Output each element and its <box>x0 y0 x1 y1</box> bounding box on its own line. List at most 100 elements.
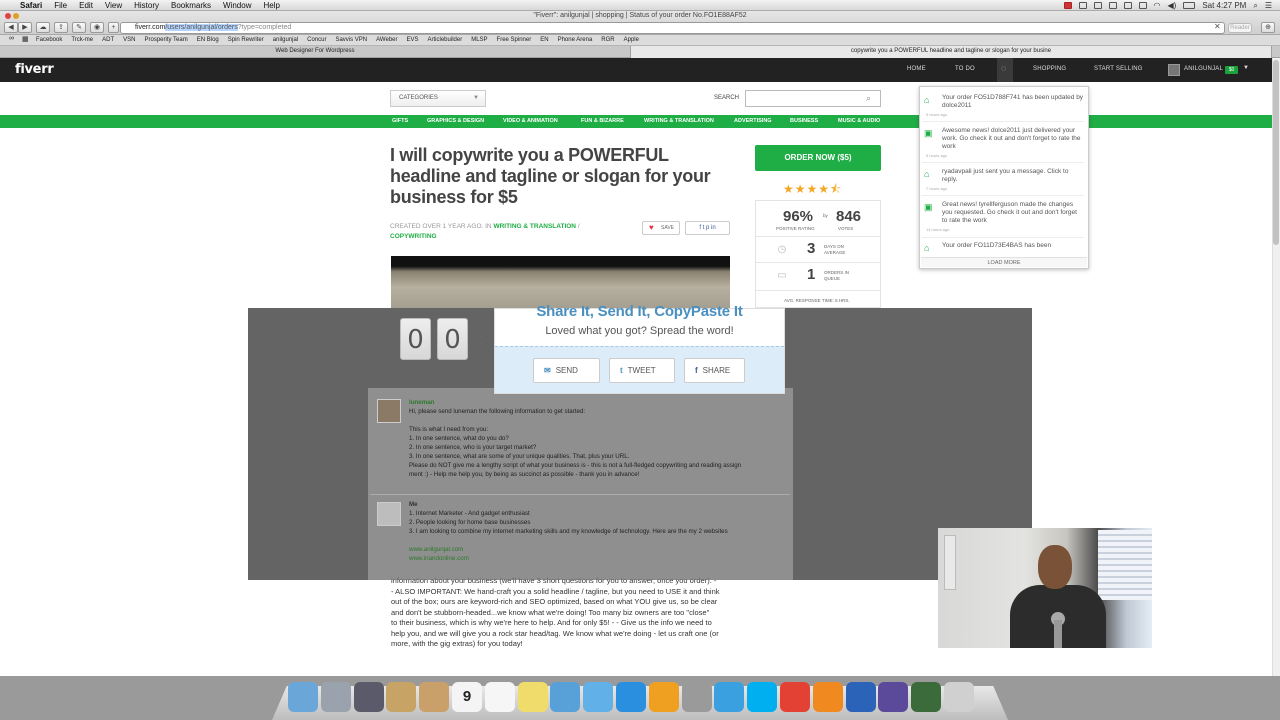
notification-item[interactable]: ⌂ Your order FO51D788F741 has been updat… <box>922 94 1084 119</box>
reading-list-icon[interactable]: ∞ <box>9 35 14 42</box>
nav-username[interactable]: ANILGUNJAL <box>1184 66 1223 72</box>
search-input[interactable] <box>745 90 881 107</box>
bookmark-item[interactable]: Facebook <box>36 37 62 43</box>
gig-video[interactable] <box>391 256 730 308</box>
extension-button[interactable]: ◉ <box>90 22 104 33</box>
reader-button[interactable]: Reader <box>1228 23 1252 33</box>
forward-button[interactable]: ▶ <box>18 22 32 33</box>
chrome-icon[interactable] <box>780 682 810 712</box>
menubar-clock[interactable]: Sat 4:27 PM <box>1202 1 1246 10</box>
user-avatar[interactable] <box>1168 64 1180 76</box>
order-now-button[interactable]: ORDER NOW ($5) <box>755 145 881 171</box>
scrollbar-thumb[interactable] <box>1273 60 1279 245</box>
bookmark-item[interactable]: MLSP <box>471 37 487 43</box>
status-app-icon[interactable] <box>1063 2 1072 9</box>
category-video-animation[interactable]: VIDEO & ANIMATION <box>503 118 558 124</box>
notification-item[interactable]: ⌂ ryadavpali just sent you a message. Cl… <box>922 168 1084 193</box>
wifi-icon[interactable]: ◠ <box>1154 1 1161 10</box>
bookmark-item[interactable]: Trck-me <box>71 37 93 43</box>
stop-loading-icon[interactable]: ✕ <box>1214 22 1221 31</box>
user-menu-caret-icon[interactable]: ▼ <box>1243 65 1249 71</box>
preview-icon[interactable] <box>386 682 417 712</box>
trash-icon[interactable] <box>944 682 974 712</box>
tab-web-designer[interactable]: Web Designer For Wordpress <box>0 46 630 58</box>
load-more-button[interactable]: LOAD MORE <box>921 257 1087 267</box>
bookmark-item[interactable]: Spin Rewriter <box>228 37 264 43</box>
category-music-audio[interactable]: MUSIC & AUDIO <box>838 118 880 124</box>
status-app-icon[interactable] <box>1138 2 1147 9</box>
menu-view[interactable]: View <box>105 1 122 10</box>
menu-help[interactable]: Help <box>263 1 279 10</box>
contacts-icon[interactable] <box>419 682 450 712</box>
nav-home[interactable]: HOME <box>907 66 926 72</box>
fiverr-logo[interactable]: fiverr <box>15 62 54 77</box>
menu-edit[interactable]: Edit <box>79 1 93 10</box>
send-button[interactable]: ✉ SEND <box>533 358 600 383</box>
virtualbox-icon[interactable] <box>845 682 876 712</box>
app-store-icon[interactable] <box>616 682 646 712</box>
website-link[interactable]: www.anilgunjal.com <box>409 545 779 554</box>
nav-todo[interactable]: TO DO <box>955 66 975 72</box>
downloads-button[interactable]: ⊕ <box>1261 22 1275 33</box>
reminders-icon[interactable] <box>484 682 515 712</box>
search-icon[interactable]: ⌕ <box>866 93 876 103</box>
nav-shopping[interactable]: SHOPPING <box>1033 66 1066 72</box>
bookmark-item[interactable]: Savvis VPN <box>335 37 367 43</box>
subcategory-link[interactable]: COPYWRITING <box>390 233 437 240</box>
status-app-icon[interactable] <box>1078 2 1087 9</box>
website-link[interactable]: www.inandonline.com <box>409 554 779 563</box>
skype-icon[interactable] <box>747 682 778 712</box>
bookmark-item[interactable]: ADT <box>102 37 114 43</box>
category-business[interactable]: BUSINESS <box>790 118 818 124</box>
bookmark-item[interactable]: Phone Arena <box>558 37 593 43</box>
tools-button[interactable]: ✎ <box>72 22 86 33</box>
safari-icon[interactable] <box>714 682 745 712</box>
category-writing-translation[interactable]: WRITING & TRANSLATION <box>644 118 714 124</box>
ibooks-icon[interactable] <box>812 682 843 712</box>
bookmark-item[interactable]: Apple <box>624 37 639 43</box>
bookmark-item[interactable]: AWeber <box>376 37 397 43</box>
mission-control-icon[interactable] <box>353 682 384 712</box>
new-tab-button[interactable]: + <box>108 22 119 33</box>
messages-icon[interactable] <box>583 682 614 712</box>
menu-app-name[interactable]: Safari <box>20 1 42 10</box>
menu-bookmarks[interactable]: Bookmarks <box>171 1 211 10</box>
menu-window[interactable]: Window <box>223 1 251 10</box>
bookmark-item[interactable]: EN <box>540 37 548 43</box>
status-app-icon[interactable] <box>1123 2 1132 9</box>
social-share-buttons[interactable]: f t p in <box>685 221 730 235</box>
close-window-icon[interactable] <box>5 13 11 19</box>
disk-utility-icon[interactable] <box>681 682 712 712</box>
notification-item[interactable]: ▣ Awesome news! dolce2011 just delivered… <box>922 127 1084 160</box>
minimize-window-icon[interactable] <box>13 13 19 19</box>
icloud-tabs-button[interactable]: ☁ <box>36 22 50 33</box>
calendar-icon[interactable]: 9 <box>452 682 482 712</box>
category-gifts[interactable]: GIFTS <box>392 118 408 124</box>
back-button[interactable]: ◀ <box>4 22 18 33</box>
finder-icon[interactable] <box>288 682 318 712</box>
spotlight-icon[interactable]: ⌕ <box>1253 1 1257 11</box>
menu-file[interactable]: File <box>54 1 67 10</box>
bookmark-item[interactable]: anilgunjal <box>273 37 298 43</box>
photos-icon[interactable] <box>550 682 581 712</box>
volume-icon[interactable]: ◀) <box>1167 1 1176 10</box>
imovie-icon[interactable] <box>878 682 909 712</box>
messages-nav[interactable]: ◌ <box>997 58 1013 82</box>
bookmark-item[interactable]: RGR <box>601 37 614 43</box>
notification-item[interactable]: ⌂ Your order FO11D73E4BAS has been <box>922 242 1084 256</box>
category-link[interactable]: WRITING & TRANSLATION <box>493 223 576 230</box>
save-button[interactable]: ♥ SAVE <box>642 221 680 235</box>
notification-item[interactable]: ▣ Great news! tyrellferguson made the ch… <box>922 201 1084 234</box>
notification-center-icon[interactable]: ☰ <box>1265 1 1272 10</box>
bookmark-item[interactable]: Free Spinner <box>497 37 532 43</box>
bookmark-item[interactable]: VSN <box>123 37 135 43</box>
nav-start-selling[interactable]: START SELLING <box>1094 66 1143 72</box>
menu-history[interactable]: History <box>134 1 159 10</box>
facebook-share-button[interactable]: f SHARE <box>684 358 745 383</box>
tweet-button[interactable]: t TWEET <box>609 358 675 383</box>
address-bar[interactable]: fiverr.com/users/anilgunjal/orders?type=… <box>120 22 1225 34</box>
dashboard-icon[interactable] <box>911 682 942 712</box>
bookmarks-grid-icon[interactable]: ▦ <box>22 35 29 43</box>
bookmark-item[interactable]: Articlebuilder <box>428 37 463 43</box>
bookmark-item[interactable]: EVS <box>407 37 419 43</box>
